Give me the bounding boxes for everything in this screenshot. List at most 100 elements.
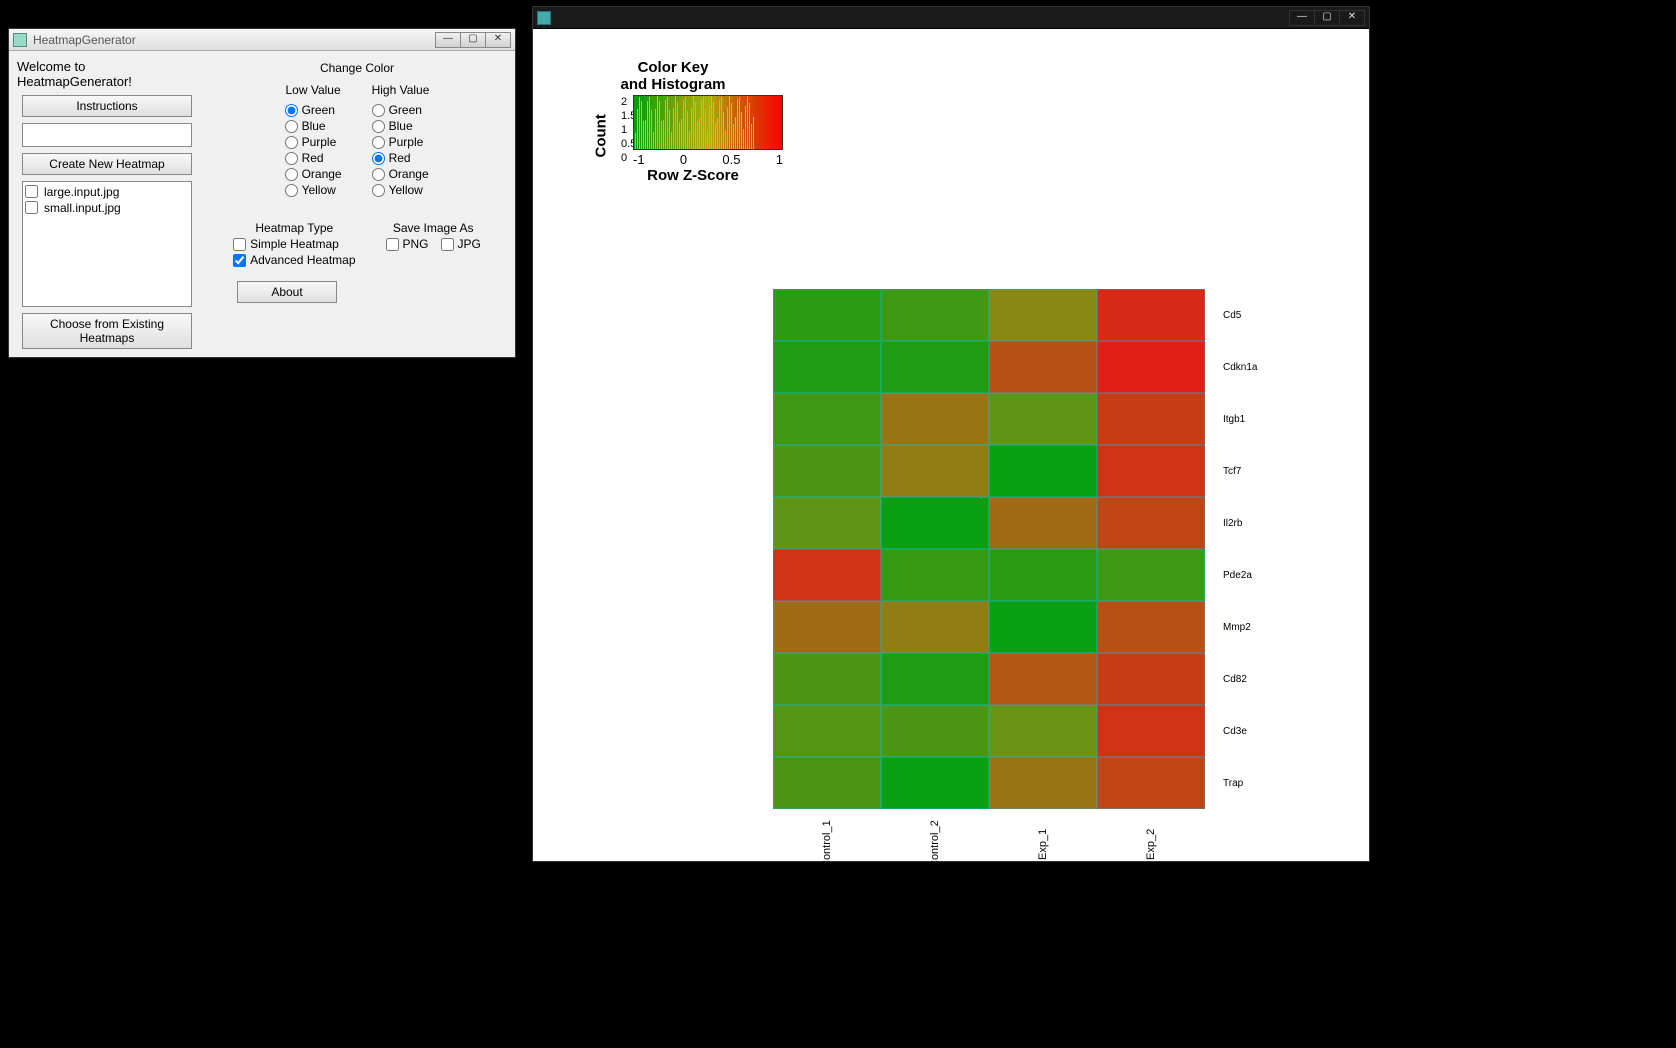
heatmap-row-label: Cdkn1a <box>1213 341 1257 393</box>
heatmap-cell <box>881 445 989 497</box>
high-value-title: High Value <box>372 83 430 97</box>
file-list[interactable]: large.input.jpg small.input.jpg <box>22 181 192 308</box>
heatmap-cell <box>773 445 881 497</box>
low-orange-radio[interactable]: Orange <box>285 167 342 181</box>
heatmap-cell <box>1097 601 1205 653</box>
high-purple-radio[interactable]: Purple <box>372 135 430 149</box>
heatmap-cell <box>773 289 881 341</box>
heatmap-cell <box>881 653 989 705</box>
high-green-radio[interactable]: Green <box>372 103 430 117</box>
heatmap-row-label: Pde2a <box>1213 549 1257 601</box>
change-color-title: Change Color <box>207 61 507 75</box>
high-orange-radio[interactable]: Orange <box>372 167 430 181</box>
heatmap-cell <box>881 393 989 445</box>
high-blue-radio[interactable]: Blue <box>372 119 430 133</box>
heatmap-cell <box>989 393 1097 445</box>
heatmap-row-label: Tcf7 <box>1213 445 1257 497</box>
file-item[interactable]: small.input.jpg <box>25 200 189 216</box>
heatmap-cell <box>881 341 989 393</box>
heatmap: Cd5Cdkn1aItgb1Tcf7Il2rbPde2aMmp2Cd82Cd3e… <box>773 289 1205 809</box>
heatmap-cell <box>773 497 881 549</box>
about-button[interactable]: About <box>237 281 337 303</box>
heatmap-cell <box>773 549 881 601</box>
heatmap-col-label: Control_1 <box>773 819 881 869</box>
minimize-button[interactable]: — <box>1289 10 1315 26</box>
color-key-title-2: and Histogram <box>573 76 773 93</box>
app-icon <box>537 11 551 25</box>
high-red-radio[interactable]: Red <box>372 151 430 165</box>
heatmap-cell <box>881 757 989 809</box>
color-key-histogram <box>634 96 782 149</box>
create-heatmap-button[interactable]: Create New Heatmap <box>22 153 192 175</box>
maximize-button[interactable]: ▢ <box>1314 10 1340 26</box>
color-key-ylabel: Count <box>593 114 610 157</box>
heatmap-cell <box>773 653 881 705</box>
high-yellow-radio[interactable]: Yellow <box>372 183 430 197</box>
instructions-button[interactable]: Instructions <box>22 95 192 117</box>
heatmap-row-label: Itgb1 <box>1213 393 1257 445</box>
maximize-button[interactable]: ▢ <box>460 32 486 48</box>
file-checkbox[interactable] <box>25 201 38 214</box>
save-as-group: Save Image As PNG JPG <box>386 221 481 267</box>
heatmap-cell <box>773 393 881 445</box>
close-button[interactable]: ✕ <box>1339 10 1365 26</box>
heatmap-cell <box>773 757 881 809</box>
heatmap-cell <box>989 445 1097 497</box>
heatmap-cell <box>773 705 881 757</box>
titlebar[interactable]: — ▢ ✕ <box>533 7 1369 29</box>
low-value-group: Low Value Green Blue Purple Red Orange Y… <box>285 83 342 197</box>
heatmap-output-window: — ▢ ✕ Color Key and Histogram 2 1.5 1 0.… <box>532 6 1370 862</box>
heatmap-cell <box>989 705 1097 757</box>
titlebar[interactable]: HeatmapGenerator — ▢ ✕ <box>9 29 515 51</box>
heatmap-cell <box>1097 653 1205 705</box>
heatmap-cell <box>1097 497 1205 549</box>
heatmap-row-label: Il2rb <box>1213 497 1257 549</box>
save-jpg-checkbox[interactable]: JPG <box>441 237 481 251</box>
simple-heatmap-checkbox[interactable]: Simple Heatmap <box>233 237 355 251</box>
heatmap-cell <box>881 549 989 601</box>
heatmap-cell <box>881 601 989 653</box>
heatmap-cell <box>989 601 1097 653</box>
color-key-gradient <box>633 95 783 150</box>
heatmap-cell <box>1097 445 1205 497</box>
heatmap-cell <box>1097 341 1205 393</box>
heatmap-cell <box>1097 289 1205 341</box>
plot-area: Color Key and Histogram 2 1.5 1 0.5 0 Co… <box>533 29 1369 861</box>
welcome-text: Welcome to HeatmapGenerator! <box>17 59 197 89</box>
low-red-radio[interactable]: Red <box>285 151 342 165</box>
low-yellow-radio[interactable]: Yellow <box>285 183 342 197</box>
color-key-xticks: -1 0 0.5 1 <box>633 152 783 167</box>
minimize-button[interactable]: — <box>435 32 461 48</box>
heatmap-cell <box>989 289 1097 341</box>
low-purple-radio[interactable]: Purple <box>285 135 342 149</box>
heatmap-cell <box>773 341 881 393</box>
heatmap-col-label: Exp_2 <box>1097 819 1205 869</box>
low-value-title: Low Value <box>285 83 342 97</box>
heatmap-cell <box>989 757 1097 809</box>
heatmap-cell <box>989 497 1097 549</box>
save-png-checkbox[interactable]: PNG <box>386 237 429 251</box>
heatmap-row-label: Cd3e <box>1213 705 1257 757</box>
close-button[interactable]: ✕ <box>485 32 511 48</box>
heatmap-name-input[interactable] <box>22 123 192 147</box>
heatmap-grid <box>773 289 1205 809</box>
file-checkbox[interactable] <box>25 185 38 198</box>
file-name: large.input.jpg <box>44 185 119 199</box>
heatmap-cell <box>881 497 989 549</box>
low-green-radio[interactable]: Green <box>285 103 342 117</box>
advanced-heatmap-checkbox[interactable]: Advanced Heatmap <box>233 253 355 267</box>
heatmap-cell <box>989 341 1097 393</box>
heatmap-col-label: Control_2 <box>881 819 989 869</box>
color-key-title-1: Color Key <box>573 59 773 76</box>
color-key: Color Key and Histogram 2 1.5 1 0.5 0 Co… <box>573 59 773 184</box>
high-value-group: High Value Green Blue Purple Red Orange … <box>372 83 430 197</box>
heatmap-type-group: Heatmap Type Simple Heatmap Advanced Hea… <box>233 221 355 267</box>
heatmap-cell <box>773 601 881 653</box>
file-item[interactable]: large.input.jpg <box>25 184 189 200</box>
choose-existing-button[interactable]: Choose from Existing Heatmaps <box>22 313 192 349</box>
heatmap-cell <box>1097 705 1205 757</box>
heatmap-row-labels: Cd5Cdkn1aItgb1Tcf7Il2rbPde2aMmp2Cd82Cd3e… <box>1213 289 1257 809</box>
heatmap-col-label: Exp_1 <box>989 819 1097 869</box>
color-key-xlabel: Row Z-Score <box>613 167 773 184</box>
low-blue-radio[interactable]: Blue <box>285 119 342 133</box>
